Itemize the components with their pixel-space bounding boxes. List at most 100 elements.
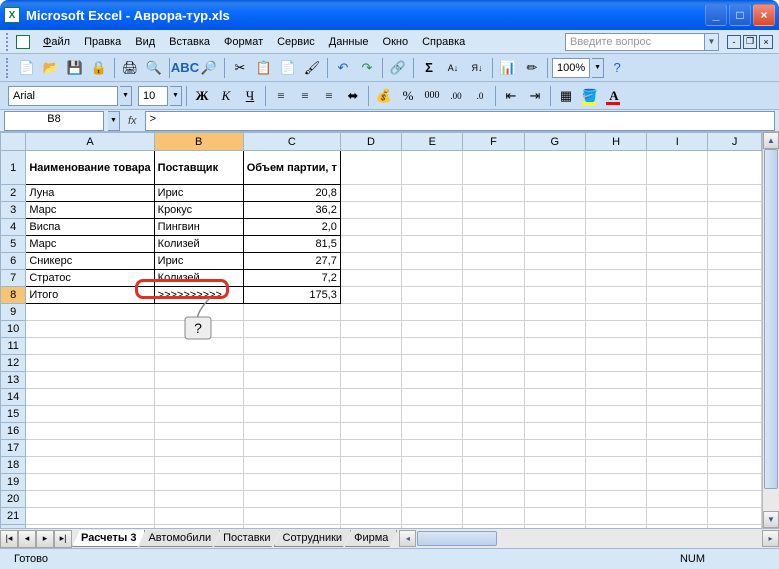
open-icon[interactable]: 📂 [40, 57, 62, 79]
cell-G7[interactable] [524, 270, 585, 287]
cell-G13[interactable] [524, 372, 585, 389]
cell-C12[interactable] [243, 355, 340, 372]
increase-indent-icon[interactable]: ⇥ [524, 85, 546, 107]
row-header-14[interactable]: 14 [1, 389, 26, 406]
autosum-icon[interactable]: Σ [418, 57, 440, 79]
comma-icon[interactable]: 000 [421, 85, 443, 107]
col-header-C[interactable]: C [243, 133, 340, 151]
cell-G17[interactable] [524, 440, 585, 457]
cell-D18[interactable] [340, 457, 401, 474]
cell-J18[interactable] [708, 457, 762, 474]
cell-A15[interactable] [26, 406, 154, 423]
scroll-down-icon[interactable]: ▼ [763, 511, 779, 528]
cell-E19[interactable] [402, 474, 463, 491]
cell-I14[interactable] [647, 389, 708, 406]
cell-C10[interactable] [243, 321, 340, 338]
cell-G20[interactable] [524, 491, 585, 508]
cell-I13[interactable] [647, 372, 708, 389]
cell-I9[interactable] [647, 304, 708, 321]
cell-D11[interactable] [340, 338, 401, 355]
row-header-22[interactable]: 22 [1, 525, 26, 529]
cell-D12[interactable] [340, 355, 401, 372]
cell-G22[interactable] [524, 525, 585, 529]
sheet-tab[interactable]: Автомобили [139, 530, 220, 547]
permissions-icon[interactable]: 🔒 [88, 57, 110, 79]
font-color-icon[interactable]: A [603, 85, 625, 107]
cell-A8[interactable]: Итого [26, 287, 154, 304]
cell-H16[interactable] [585, 423, 646, 440]
cell-B19[interactable] [154, 474, 243, 491]
cell-B3[interactable]: Крокус [154, 202, 243, 219]
cell-F6[interactable] [463, 253, 524, 270]
cell-G11[interactable] [524, 338, 585, 355]
redo-icon[interactable]: ↷ [356, 57, 378, 79]
scroll-right-icon[interactable]: ▸ [762, 530, 779, 547]
menu-edit[interactable]: Правка [77, 34, 128, 50]
cell-J2[interactable] [708, 185, 762, 202]
cell-C6[interactable]: 27,7 [243, 253, 340, 270]
sort-asc-icon[interactable]: A↓ [442, 57, 464, 79]
sheet-tab[interactable]: Фирма [345, 530, 397, 547]
row-header-5[interactable]: 5 [1, 236, 26, 253]
cell-H22[interactable] [585, 525, 646, 529]
menu-tools[interactable]: Сервис [270, 34, 322, 50]
row-header-4[interactable]: 4 [1, 219, 26, 236]
cell-D20[interactable] [340, 491, 401, 508]
cell-H6[interactable] [585, 253, 646, 270]
cell-J4[interactable] [708, 219, 762, 236]
cell-E20[interactable] [402, 491, 463, 508]
cell-G5[interactable] [524, 236, 585, 253]
merge-center-icon[interactable]: ⬌ [342, 85, 364, 107]
cell-E14[interactable] [402, 389, 463, 406]
cell-H7[interactable] [585, 270, 646, 287]
cell-H18[interactable] [585, 457, 646, 474]
cell-E8[interactable] [402, 287, 463, 304]
print-icon[interactable]: 🖨 [119, 57, 141, 79]
cell-J3[interactable] [708, 202, 762, 219]
cell-B1[interactable]: Поставщик [154, 151, 243, 185]
cell-B5[interactable]: Колизей [154, 236, 243, 253]
cell-E17[interactable] [402, 440, 463, 457]
menu-insert[interactable]: Вставка [162, 34, 217, 50]
row-header-9[interactable]: 9 [1, 304, 26, 321]
hscroll-thumb[interactable] [417, 531, 497, 546]
cell-C7[interactable]: 7,2 [243, 270, 340, 287]
cell-B8[interactable]: >>>>>>>>>> [154, 287, 243, 304]
percent-icon[interactable]: % [397, 85, 419, 107]
cell-A21[interactable] [26, 508, 154, 525]
row-header-13[interactable]: 13 [1, 372, 26, 389]
tab-prev-icon[interactable]: ◂ [18, 530, 36, 548]
cell-F2[interactable] [463, 185, 524, 202]
cell-E15[interactable] [402, 406, 463, 423]
cell-D3[interactable] [340, 202, 401, 219]
cell-J15[interactable] [708, 406, 762, 423]
tab-first-icon[interactable]: |◂ [0, 530, 18, 548]
cell-J17[interactable] [708, 440, 762, 457]
new-icon[interactable]: 📄 [16, 57, 38, 79]
row-header-10[interactable]: 10 [1, 321, 26, 338]
cell-C17[interactable] [243, 440, 340, 457]
align-right-icon[interactable]: ≡ [318, 85, 340, 107]
cell-E16[interactable] [402, 423, 463, 440]
cell-D2[interactable] [340, 185, 401, 202]
cell-I16[interactable] [647, 423, 708, 440]
cell-E18[interactable] [402, 457, 463, 474]
cell-B10[interactable] [154, 321, 243, 338]
cell-J5[interactable] [708, 236, 762, 253]
cell-D4[interactable] [340, 219, 401, 236]
col-header-F[interactable]: F [463, 133, 524, 151]
cell-G1[interactable] [524, 151, 585, 185]
cell-I17[interactable] [647, 440, 708, 457]
cell-D14[interactable] [340, 389, 401, 406]
research-icon[interactable]: 🔎 [198, 57, 220, 79]
drawing-icon[interactable]: ✏ [521, 57, 543, 79]
row-header-11[interactable]: 11 [1, 338, 26, 355]
cell-H21[interactable] [585, 508, 646, 525]
cell-F12[interactable] [463, 355, 524, 372]
cell-A10[interactable] [26, 321, 154, 338]
cell-E13[interactable] [402, 372, 463, 389]
cell-E12[interactable] [402, 355, 463, 372]
zoom-box[interactable]: 100% [552, 58, 590, 78]
window-minimize-button[interactable]: _ [705, 4, 727, 26]
cell-J13[interactable] [708, 372, 762, 389]
